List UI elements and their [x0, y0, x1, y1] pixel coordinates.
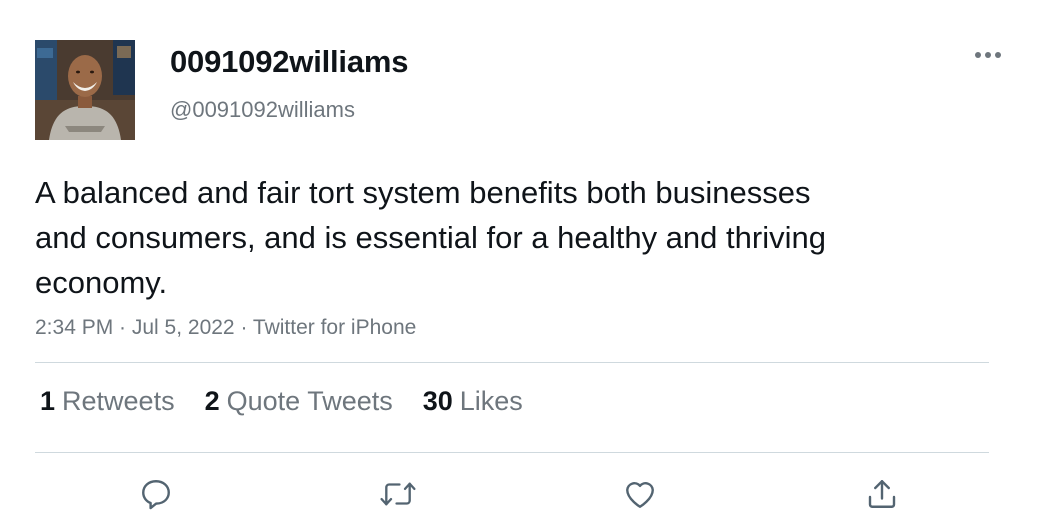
retweet-button[interactable]: [378, 474, 418, 514]
reply-icon: [142, 480, 170, 510]
tweet-meta[interactable]: 2:34 PM · Jul 5, 2022 · Twitter for iPho…: [35, 316, 416, 340]
retweets-stat[interactable]: 1 Retweets: [40, 386, 175, 417]
retweets-count: 1: [40, 386, 56, 416]
likes-stat[interactable]: 30 Likes: [423, 386, 523, 417]
share-button[interactable]: [862, 474, 902, 514]
avatar[interactable]: [35, 40, 135, 140]
tweet-stats: 1 Retweets 2 Quote Tweets 30 Likes: [40, 386, 523, 417]
likes-label: Likes: [459, 386, 523, 416]
divider-top: [35, 362, 989, 363]
share-icon: [868, 480, 896, 508]
divider-bottom: [35, 452, 989, 453]
avatar-image: [35, 40, 135, 140]
user-handle[interactable]: @0091092williams: [170, 97, 355, 123]
like-icon: [626, 482, 654, 508]
likes-count: 30: [422, 386, 453, 416]
quote-tweets-count: 2: [204, 386, 220, 416]
tweet-text: A balanced and fair tort system benefits…: [35, 175, 826, 300]
retweets-label: Retweets: [62, 386, 175, 416]
retweet-icon: [380, 482, 416, 506]
quote-tweets-stat[interactable]: 2 Quote Tweets: [205, 386, 393, 417]
quote-tweets-label: Quote Tweets: [226, 386, 393, 416]
reply-button[interactable]: [136, 474, 176, 514]
more-options-button[interactable]: [968, 40, 1008, 70]
display-name[interactable]: 0091092williams: [170, 44, 408, 80]
like-button[interactable]: [620, 474, 660, 514]
more-icon: [975, 52, 1001, 58]
